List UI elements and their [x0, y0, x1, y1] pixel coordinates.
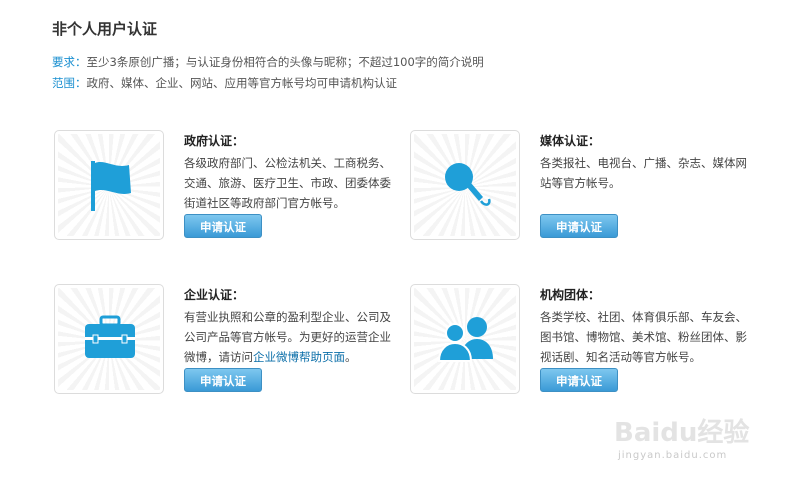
org-auth-card: 机构团体： 各类学校、社团、体育俱乐部、车友会、图书馆、博物馆、美术馆、粉丝团体…	[410, 284, 747, 399]
group-icon	[437, 317, 493, 362]
watermark-logo-text: Baidu经验	[614, 418, 750, 448]
enterprise-desc: 有营业执照和公章的盈利型企业、公司及公司产品等官方帐号。为更好的运营企业微博，请…	[184, 307, 396, 367]
requirement-text: 至少3条原创广播；与认证身份相符合的头像与昵称；不超过100字的简介说明	[86, 55, 484, 69]
media-icon-box	[410, 130, 520, 240]
media-auth-card: 媒体认证： 各类报社、电视台、广播、杂志、媒体网站等官方帐号。 申请认证	[410, 130, 747, 245]
microphone-icon	[445, 163, 491, 206]
scope-text: 政府、媒体、企业、网站、应用等官方帐号均可申请机构认证	[86, 76, 398, 90]
enterprise-desc-end: 。	[345, 350, 357, 364]
gov-title: 政府认证：	[184, 134, 245, 148]
requirement-label: 要求：	[52, 55, 87, 69]
media-desc: 各类报社、电视台、广播、杂志、媒体网站等官方帐号。	[540, 156, 747, 190]
enterprise-help-link[interactable]: 企业微博帮助页面	[253, 350, 345, 364]
gov-auth-card: 政府认证： 各级政府部门、公检法机关、工商税务、交通、旅游、医疗卫生、市政、团委…	[54, 130, 391, 245]
watermark-url: jingyan.baidu.com	[618, 450, 728, 461]
baidu-watermark: Baidu经验 jingyan.baidu.com	[614, 402, 784, 472]
scope-label: 范围：	[52, 76, 87, 90]
gov-apply-button[interactable]: 申请认证	[184, 214, 262, 238]
org-desc: 各类学校、社团、体育俱乐部、车友会、图书馆、博物馆、美术馆、粉丝团体、影视话剧、…	[540, 310, 747, 364]
org-title: 机构团体：	[540, 288, 601, 302]
media-apply-button[interactable]: 申请认证	[540, 214, 618, 238]
scope-line: 范围：政府、媒体、企业、网站、应用等官方帐号均可申请机构认证	[52, 75, 397, 91]
org-icon-box	[410, 284, 520, 394]
briefcase-icon	[85, 315, 135, 358]
enterprise-icon-box	[54, 284, 164, 394]
page-title: 非个人用户认证	[52, 20, 158, 38]
requirement-line: 要求：至少3条原创广播；与认证身份相符合的头像与昵称；不超过100字的简介说明	[52, 54, 484, 70]
enterprise-apply-button[interactable]: 申请认证	[184, 368, 262, 392]
gov-desc: 各级政府部门、公检法机关、工商税务、交通、旅游、医疗卫生、市政、团委体委街道社区…	[184, 156, 391, 210]
flag-icon	[91, 161, 131, 211]
enterprise-auth-card: 企业认证： 有营业执照和公章的盈利型企业、公司及公司产品等官方帐号。为更好的运营…	[54, 284, 391, 399]
gov-icon-box	[54, 130, 164, 240]
media-title: 媒体认证：	[540, 134, 601, 148]
enterprise-title: 企业认证：	[184, 288, 245, 302]
org-apply-button[interactable]: 申请认证	[540, 368, 618, 392]
